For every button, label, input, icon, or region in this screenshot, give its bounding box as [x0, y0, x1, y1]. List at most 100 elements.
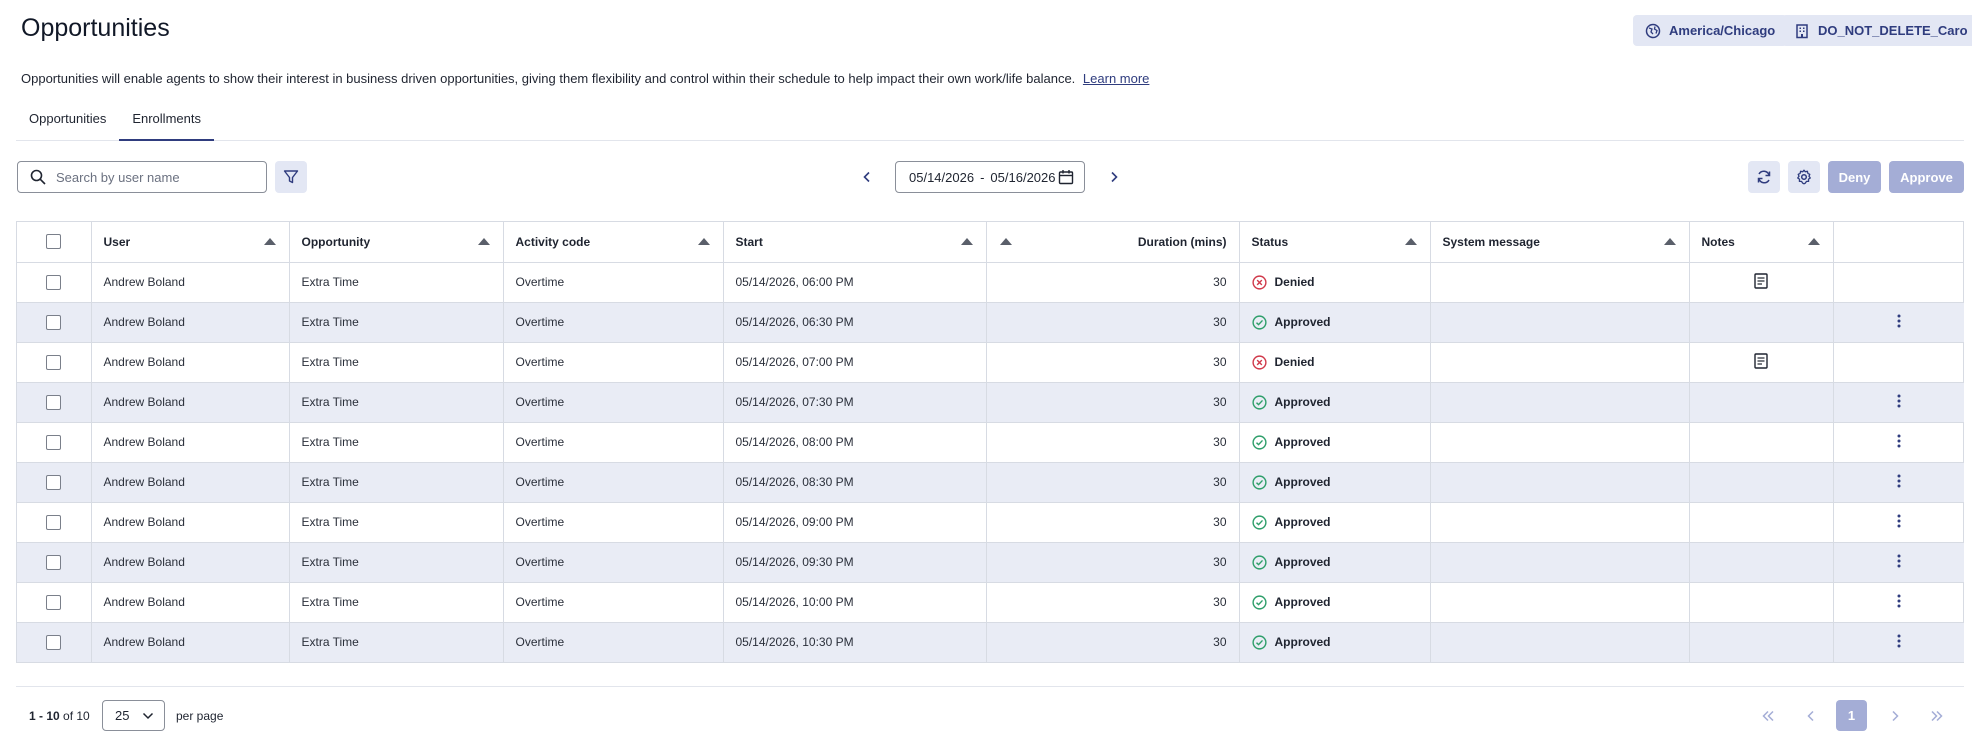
org-button[interactable]: DO_NOT_DELETE_Caro — [1782, 15, 1972, 46]
more-vertical-icon[interactable] — [1897, 554, 1901, 568]
refresh-button[interactable] — [1748, 161, 1780, 193]
more-vertical-icon[interactable] — [1897, 314, 1901, 328]
table-row[interactable]: Andrew Boland Extra Time Overtime 05/14/202… — [17, 582, 1964, 623]
cell-activity-code: Overtime — [503, 462, 724, 503]
first-page-button[interactable] — [1752, 700, 1783, 731]
learn-more-link[interactable]: Learn more — [1083, 71, 1149, 86]
search-box — [17, 161, 267, 193]
more-vertical-icon[interactable] — [1897, 474, 1901, 488]
row-checkbox[interactable] — [46, 394, 62, 410]
enrollments-table: User Opportunity Activity code Start Dur… — [16, 221, 1964, 663]
sort-icon[interactable] — [960, 238, 973, 245]
next-page-button[interactable] — [1879, 700, 1910, 731]
header-notes[interactable]: Notes — [1689, 222, 1834, 263]
tab-enrollments[interactable]: Enrollments — [119, 106, 214, 141]
approve-button[interactable]: Approve — [1889, 161, 1964, 193]
table-row[interactable]: Andrew Boland Extra Time Overtime 05/14/202… — [17, 342, 1964, 383]
table-row[interactable]: Andrew Boland Extra Time Overtime 05/14/202… — [17, 462, 1964, 503]
page-button-current[interactable]: 1 — [1836, 700, 1867, 731]
previous-page-button[interactable] — [1795, 700, 1826, 731]
row-select-cell — [17, 262, 92, 303]
status-badge: Approved — [1251, 554, 1418, 570]
table-row[interactable]: Andrew Boland Extra Time Overtime 05/14/202… — [17, 262, 1964, 303]
sort-icon[interactable] — [999, 238, 1012, 245]
cell-status: Approved — [1239, 542, 1431, 583]
sort-icon[interactable] — [263, 238, 276, 245]
cell-activity-code: Overtime — [503, 582, 724, 623]
table-row[interactable]: Andrew Boland Extra Time Overtime 05/14/202… — [17, 542, 1964, 583]
table-row[interactable]: Andrew Boland Extra Time Overtime 05/14/202… — [17, 422, 1964, 463]
cell-opportunity: Extra Time — [289, 462, 504, 503]
date-range-picker[interactable]: 05/14/2026 - 05/16/2026 — [895, 161, 1085, 193]
cell-start: 05/14/2026, 08:00 PM — [723, 422, 987, 463]
last-page-button[interactable] — [1921, 700, 1952, 731]
timezone-button[interactable]: America/Chicago — [1633, 15, 1788, 46]
previous-date-button[interactable] — [856, 166, 878, 188]
cell-start: 05/14/2026, 06:00 PM — [723, 262, 987, 303]
cell-system-message — [1430, 302, 1690, 343]
cell-actions — [1833, 382, 1964, 423]
select-all-checkbox[interactable] — [46, 234, 62, 250]
table-row[interactable]: Andrew Boland Extra Time Overtime 05/14/202… — [17, 302, 1964, 343]
row-checkbox[interactable] — [46, 634, 62, 650]
row-checkbox[interactable] — [46, 314, 62, 330]
cell-notes — [1689, 462, 1834, 503]
row-checkbox[interactable] — [46, 274, 62, 290]
row-checkbox[interactable] — [46, 514, 62, 530]
more-vertical-icon[interactable] — [1897, 514, 1901, 528]
per-page-select[interactable]: 25 — [102, 700, 165, 731]
cell-opportunity: Extra Time — [289, 342, 504, 383]
note-icon[interactable] — [1754, 272, 1768, 289]
building-icon — [1796, 23, 1808, 38]
cell-actions — [1833, 622, 1964, 662]
cell-notes — [1689, 502, 1834, 543]
tab-opportunities[interactable]: Opportunities — [16, 106, 119, 141]
row-checkbox[interactable] — [46, 354, 62, 370]
sort-icon[interactable] — [1404, 238, 1417, 245]
row-checkbox[interactable] — [46, 474, 62, 490]
more-vertical-icon[interactable] — [1897, 634, 1901, 648]
header-duration[interactable]: Duration (mins) — [986, 222, 1240, 263]
more-vertical-icon[interactable] — [1897, 394, 1901, 408]
next-date-button[interactable] — [1103, 166, 1125, 188]
header-select-all — [17, 222, 92, 263]
status-label: Denied — [1274, 275, 1315, 289]
status-badge: Denied — [1251, 354, 1418, 370]
sort-icon[interactable] — [697, 238, 710, 245]
header-activity-code[interactable]: Activity code — [503, 222, 724, 263]
cell-system-message — [1430, 622, 1690, 662]
row-select-cell — [17, 422, 92, 463]
row-checkbox[interactable] — [46, 554, 62, 570]
deny-button[interactable]: Deny — [1828, 161, 1881, 193]
more-vertical-icon[interactable] — [1897, 434, 1901, 448]
settings-button[interactable] — [1788, 161, 1820, 193]
cell-opportunity: Extra Time — [289, 262, 504, 303]
filter-button[interactable] — [275, 161, 307, 193]
cell-duration: 30 — [986, 542, 1240, 583]
search-input[interactable] — [56, 169, 246, 185]
header-user[interactable]: User — [91, 222, 290, 263]
header-start[interactable]: Start — [723, 222, 987, 263]
table-row[interactable]: Andrew Boland Extra Time Overtime 05/14/202… — [17, 502, 1964, 543]
header-status[interactable]: Status — [1239, 222, 1431, 263]
cell-opportunity: Extra Time — [289, 542, 504, 583]
row-checkbox[interactable] — [46, 434, 62, 450]
cell-user: Andrew Boland — [91, 382, 290, 423]
table-row[interactable]: Andrew Boland Extra Time Overtime 05/14/202… — [17, 382, 1964, 423]
cell-duration: 30 — [986, 582, 1240, 623]
cell-actions — [1833, 582, 1964, 623]
row-select-cell — [17, 342, 92, 383]
header-opportunity[interactable]: Opportunity — [289, 222, 504, 263]
note-icon[interactable] — [1754, 352, 1768, 369]
sort-icon[interactable] — [477, 238, 490, 245]
table-row[interactable]: Andrew Boland Extra Time Overtime 05/14/202… — [17, 622, 1964, 662]
header-system-message[interactable]: System message — [1430, 222, 1690, 263]
cell-user: Andrew Boland — [91, 582, 290, 623]
cell-system-message — [1430, 382, 1690, 423]
sort-icon[interactable] — [1663, 238, 1676, 245]
page-title: Opportunities — [21, 14, 170, 42]
row-checkbox[interactable] — [46, 594, 62, 610]
cell-activity-code: Overtime — [503, 382, 724, 423]
more-vertical-icon[interactable] — [1897, 594, 1901, 608]
sort-icon[interactable] — [1807, 238, 1820, 245]
